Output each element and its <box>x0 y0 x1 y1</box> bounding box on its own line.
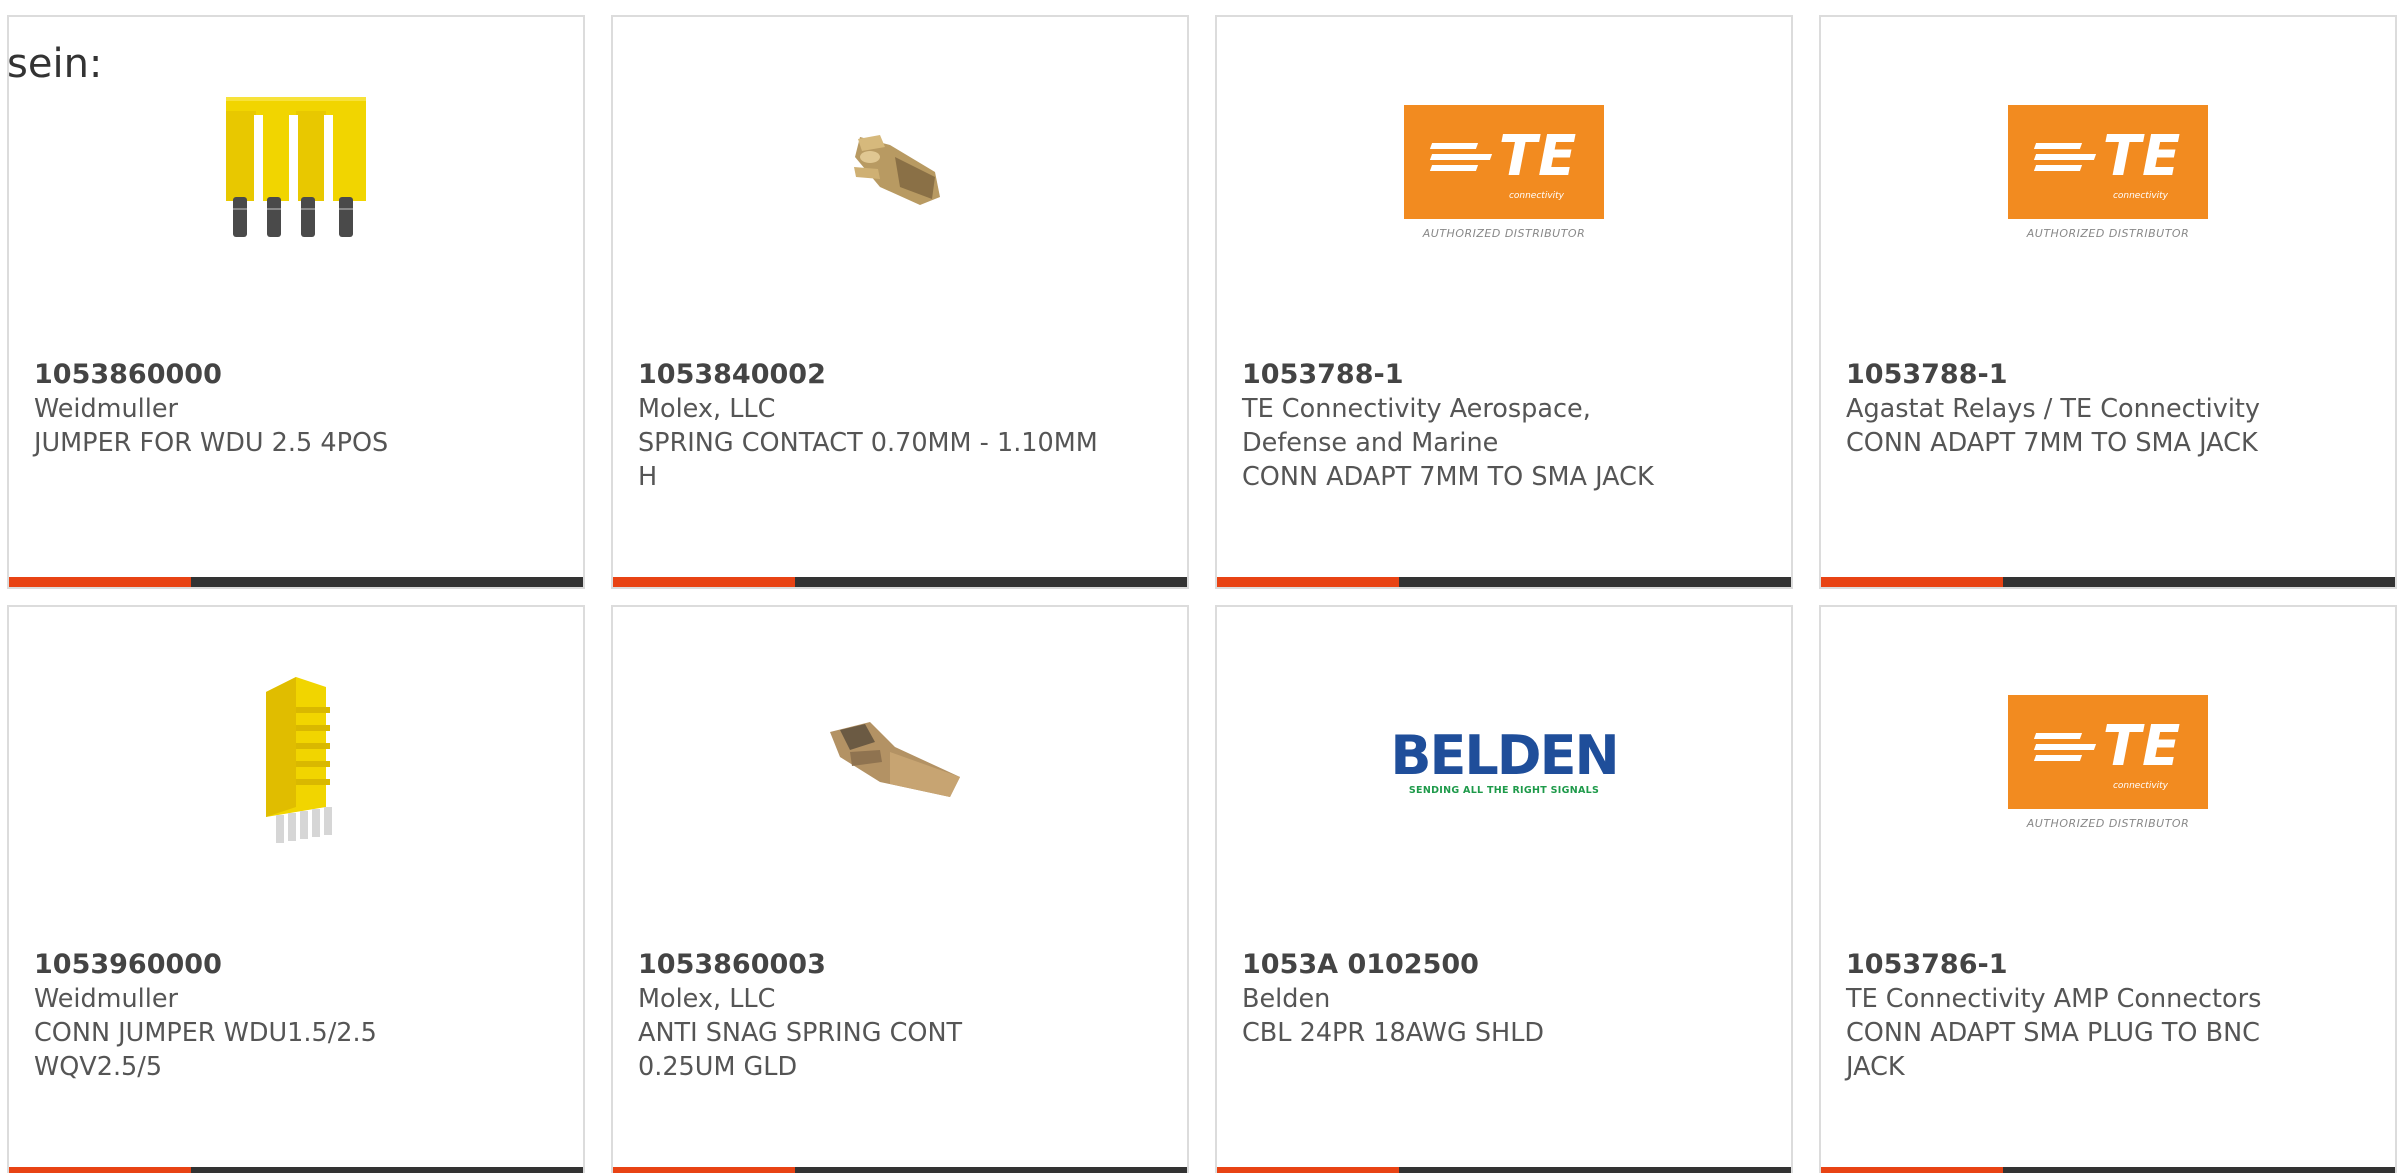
product-card[interactable]: TE connectivity AUTHORIZED DISTRIBUTOR 1… <box>1215 15 1793 589</box>
product-image[interactable]: TE connectivity AUTHORIZED DISTRIBUTOR <box>1821 87 2395 257</box>
part-number[interactable]: 1053788-1 <box>1846 358 2306 392</box>
manufacturer-name: Weidmuller <box>34 394 179 424</box>
card-bottom-bar <box>1217 1167 1791 1173</box>
manufacturer-name: Molex, LLC <box>638 984 776 1014</box>
part-number[interactable]: 1053A 0102500 <box>1242 948 1702 982</box>
manufacturer-name: Belden <box>1242 984 1331 1014</box>
product-image[interactable] <box>9 87 583 257</box>
product-card[interactable]: TE connectivity AUTHORIZED DISTRIBUTOR 1… <box>1819 15 2397 589</box>
part-number[interactable]: 1053786-1 <box>1846 948 2306 982</box>
te-connectivity-logo: TE connectivity AUTHORIZED DISTRIBUTOR <box>1404 104 1604 240</box>
manufacturer-name: Molex, LLC <box>638 394 776 424</box>
card-bottom-bar <box>613 577 1187 587</box>
product-description: JUMPER FOR WDU 2.5 4POS <box>34 428 389 458</box>
product-description: SPRING CONTACT 0.70MM - 1.10MM H <box>638 428 1098 492</box>
product-description: CONN ADAPT 7MM TO SMA JACK <box>1242 462 1654 492</box>
part-number[interactable]: 1053960000 <box>34 948 494 982</box>
product-card[interactable]: 1053840002 Molex, LLC SPRING CONTACT 0.7… <box>611 15 1189 589</box>
belden-logo: BELDEN SENDING ALL THE RIGHT SIGNALS <box>1390 723 1619 796</box>
part-number[interactable]: 1053840002 <box>638 358 1098 392</box>
manufacturer-name: TE Connectivity Aerospace, Defense and M… <box>1242 394 1591 458</box>
product-description: CONN JUMPER WDU1.5/2.5 WQV2.5/5 <box>34 1018 377 1082</box>
product-image[interactable] <box>9 677 583 847</box>
card-bottom-bar <box>1217 577 1791 587</box>
card-bottom-bar <box>9 577 583 587</box>
manufacturer-name: Weidmuller <box>34 984 179 1014</box>
product-card[interactable]: 1053960000 Weidmuller CONN JUMPER WDU1.5… <box>7 605 585 1173</box>
te-connectivity-logo: TE connectivity AUTHORIZED DISTRIBUTOR <box>2008 104 2208 240</box>
yellow-jumper-5pos-image <box>266 677 332 843</box>
product-info: 1053788-1 TE Connectivity Aerospace, Def… <box>1242 358 1702 494</box>
product-info: 1053786-1 TE Connectivity AMP Connectors… <box>1846 948 2306 1084</box>
product-card[interactable]: BELDEN SENDING ALL THE RIGHT SIGNALS 105… <box>1215 605 1793 1173</box>
yellow-jumper-4pos-image <box>226 97 366 237</box>
part-number[interactable]: 1053788-1 <box>1242 358 1702 392</box>
te-connectivity-logo: TE connectivity AUTHORIZED DISTRIBUTOR <box>2008 694 2208 830</box>
product-description: ANTI SNAG SPRING CONT 0.25UM GLD <box>638 1018 963 1082</box>
spring-contact-image <box>854 135 940 205</box>
card-bottom-bar <box>1821 577 2395 587</box>
spring-contact-image <box>830 722 960 797</box>
product-card[interactable]: TE connectivity AUTHORIZED DISTRIBUTOR 1… <box>1819 605 2397 1173</box>
manufacturer-name: TE Connectivity AMP Connectors <box>1846 984 2262 1014</box>
product-info: 1053860003 Molex, LLC ANTI SNAG SPRING C… <box>638 948 1098 1084</box>
part-number[interactable]: 1053860000 <box>34 358 494 392</box>
product-image[interactable] <box>613 677 1187 847</box>
card-bottom-bar <box>1821 1167 2395 1173</box>
product-image[interactable]: TE connectivity AUTHORIZED DISTRIBUTOR <box>1821 677 2395 847</box>
product-info: 1053840002 Molex, LLC SPRING CONTACT 0.7… <box>638 358 1098 494</box>
product-info: 1053960000 Weidmuller CONN JUMPER WDU1.5… <box>34 948 494 1084</box>
product-description: CONN ADAPT SMA PLUG TO BNC JACK <box>1846 1018 2260 1082</box>
product-info: 1053A 0102500 Belden CBL 24PR 18AWG SHLD <box>1242 948 1702 1050</box>
manufacturer-name: Agastat Relays / TE Connectivity <box>1846 394 2261 424</box>
part-number[interactable]: 1053860003 <box>638 948 1098 982</box>
card-bottom-bar <box>613 1167 1187 1173</box>
product-card[interactable]: 1053860003 Molex, LLC ANTI SNAG SPRING C… <box>611 605 1189 1173</box>
product-grid-page: sein: 1053860000 Weidmuller JUMPER FOR W… <box>0 0 2400 1173</box>
product-info: 1053860000 Weidmuller JUMPER FOR WDU 2.5… <box>34 358 494 460</box>
product-card[interactable]: 1053860000 Weidmuller JUMPER FOR WDU 2.5… <box>7 15 585 589</box>
product-description: CBL 24PR 18AWG SHLD <box>1242 1018 1545 1048</box>
product-description: CONN ADAPT 7MM TO SMA JACK <box>1846 428 2258 458</box>
product-image[interactable] <box>613 87 1187 257</box>
intro-text: sein: <box>7 41 103 87</box>
product-image[interactable]: BELDEN SENDING ALL THE RIGHT SIGNALS <box>1217 677 1791 847</box>
product-image[interactable]: TE connectivity AUTHORIZED DISTRIBUTOR <box>1217 87 1791 257</box>
product-info: 1053788-1 Agastat Relays / TE Connectivi… <box>1846 358 2306 460</box>
card-bottom-bar <box>9 1167 583 1173</box>
